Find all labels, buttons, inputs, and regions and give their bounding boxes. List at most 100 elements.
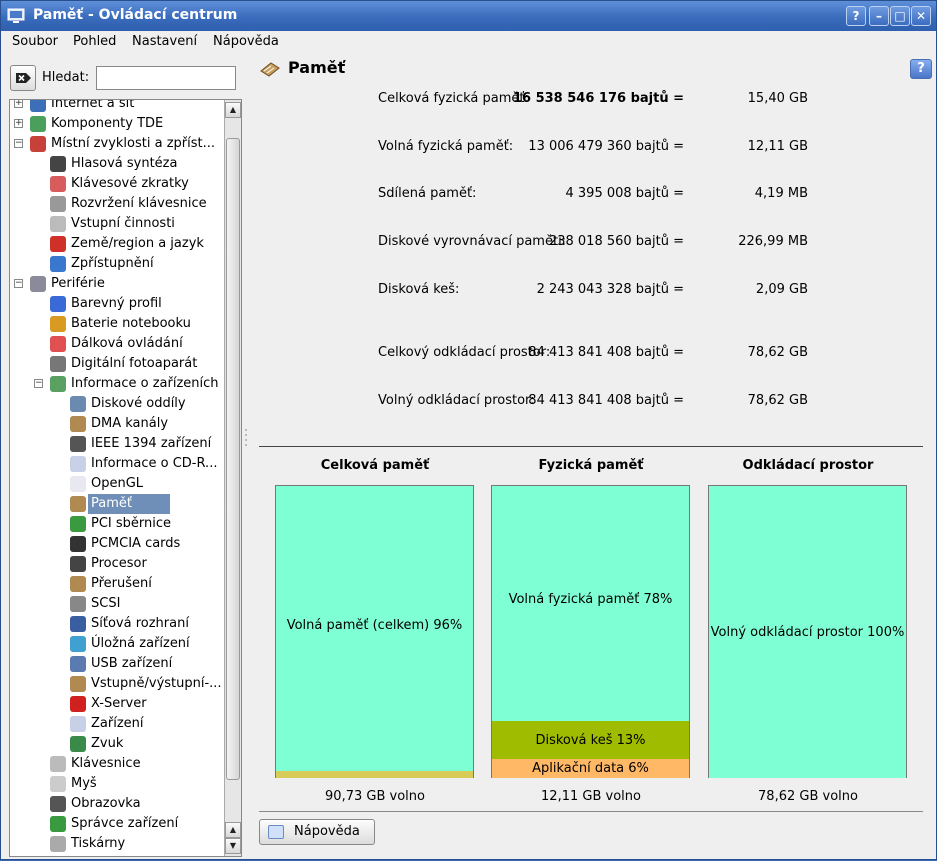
tree-item[interactable]: Digitální fotoaparát: [10, 354, 225, 374]
memory-bytes: 2 243 043 328 bajtů =: [536, 282, 684, 297]
tree-item[interactable]: Klávesnice: [10, 754, 225, 774]
module-icon: [70, 556, 86, 572]
expander-icon[interactable]: −: [14, 279, 23, 288]
clear-search-button[interactable]: [10, 65, 36, 91]
tree-item[interactable]: PCI sběrnice: [10, 514, 225, 534]
memory-label: Volný odkládací prostor:: [378, 393, 535, 408]
tree-item[interactable]: Rozvržení klávesnice: [10, 194, 225, 214]
menu-napoveda[interactable]: Nápověda: [213, 34, 279, 49]
tree-item-label: Klávesnice: [71, 756, 141, 771]
module-icon: [70, 596, 86, 612]
tree-item[interactable]: Paměť: [10, 494, 225, 514]
tree-item[interactable]: Hlasová syntéza: [10, 154, 225, 174]
tree-item[interactable]: Zařízení: [10, 714, 225, 734]
memory-value: 78,62 GB: [747, 393, 808, 408]
module-icon: [30, 100, 46, 112]
tree-item[interactable]: Klávesové zkratky: [10, 174, 225, 194]
minimize-button[interactable]: –: [869, 6, 889, 26]
segment-label: Volná fyzická paměť 78%: [508, 591, 673, 607]
expander-icon[interactable]: −: [14, 139, 23, 148]
tree-item[interactable]: DMA kanály: [10, 414, 225, 434]
tree-item[interactable]: Procesor: [10, 554, 225, 574]
chart-footer: 90,73 GB volno: [325, 789, 425, 804]
tree-item[interactable]: Obrazovka: [10, 794, 225, 814]
tree-scrollbar[interactable]: ▲ ▲ ▼: [224, 100, 241, 856]
tree-item[interactable]: Síťová rozhraní: [10, 614, 225, 634]
tree-item[interactable]: Úložná zařízení: [10, 634, 225, 654]
help-title-button[interactable]: ?: [846, 6, 866, 26]
tree-item[interactable]: − Místní zvyklosti a zpříst...: [10, 134, 225, 154]
scroll-up-button-bottom[interactable]: ▲: [225, 822, 241, 838]
module-icon: [70, 676, 86, 692]
scroll-down-button[interactable]: ▼: [225, 838, 241, 854]
tree-item[interactable]: USB zařízení: [10, 654, 225, 674]
tree-item[interactable]: X-Server: [10, 694, 225, 714]
help-button-label: Nápověda: [294, 824, 360, 839]
module-icon: [70, 476, 86, 492]
module-tree: + Internet a síť + Komponenty TDE − Místní zv…: [9, 99, 242, 857]
tree-item[interactable]: Vstupně/výstupní-...: [10, 674, 225, 694]
segment-label: Aplikační data 6%: [532, 761, 649, 776]
tree-item[interactable]: Myš: [10, 774, 225, 794]
tree-item-label: Informace o CD-R...: [91, 456, 218, 471]
tree-item[interactable]: Vstupní činnosti: [10, 214, 225, 234]
segment-label: Volný odkládací prostor 100%: [710, 624, 905, 640]
tree-item[interactable]: Zvuk: [10, 734, 225, 754]
tree-item[interactable]: OpenGL: [10, 474, 225, 494]
tree-item-label: PCMCIA cards: [91, 536, 181, 551]
maximize-button[interactable]: □: [890, 6, 910, 26]
module-icon: [70, 716, 86, 732]
tree-item[interactable]: Informace o CD-R...: [10, 454, 225, 474]
tree-item[interactable]: IEEE 1394 zařízení: [10, 434, 225, 454]
scroll-up-button[interactable]: ▲: [225, 102, 241, 118]
memory-bytes: 238 018 560 bajtů =: [548, 234, 684, 249]
tree-item[interactable]: + Komponenty TDE: [10, 114, 225, 134]
tree-item-label: Úložná zařízení: [91, 636, 190, 651]
menu-pohled[interactable]: Pohled: [73, 34, 116, 49]
tree-item[interactable]: + Internet a síť: [10, 99, 225, 114]
tree-item-label: Internet a síť: [51, 99, 135, 111]
module-icon: [70, 496, 86, 512]
tree-item-label: Vstupní činnosti: [71, 216, 175, 231]
tree-item-label: X-Server: [91, 696, 147, 711]
tree-item-label: Myš: [71, 776, 97, 791]
chart-title: Celková paměť: [320, 458, 430, 473]
module-icon: [70, 616, 86, 632]
tree-item[interactable]: PCMCIA cards: [10, 534, 225, 554]
tree-item[interactable]: Baterie notebooku: [10, 314, 225, 334]
tree-item-label: Obrazovka: [71, 796, 141, 811]
tree-item[interactable]: − Periférie: [10, 274, 225, 294]
menu-nastaveni[interactable]: Nastavení: [132, 34, 197, 49]
tree-item[interactable]: Správce zařízení: [10, 814, 225, 834]
scroll-thumb[interactable]: [226, 138, 240, 780]
tree-item[interactable]: Barevný profil: [10, 294, 225, 314]
tree-item[interactable]: Zpřístupnění: [10, 254, 225, 274]
tree-item-label: Informace o zařízeních: [71, 376, 219, 391]
tree-item[interactable]: Země/region a jazyk: [10, 234, 225, 254]
help-button[interactable]: Nápověda: [259, 819, 375, 845]
close-button[interactable]: ✕: [911, 6, 931, 26]
tree-item[interactable]: SCSI: [10, 594, 225, 614]
tree-item-label: PCI sběrnice: [91, 516, 172, 531]
memory-bytes: 84 413 841 408 bajtů =: [528, 345, 684, 360]
expander-icon[interactable]: +: [14, 119, 23, 128]
title-bar[interactable]: Paměť - Ovládací centrum ? – □ ✕: [1, 1, 936, 31]
module-icon: [70, 396, 86, 412]
tree-item[interactable]: Tiskárny: [10, 834, 225, 854]
tree-item[interactable]: Diskové oddíly: [10, 394, 225, 414]
panel-splitter[interactable]: [244, 99, 250, 857]
tree-item-label: Tiskárny: [71, 836, 126, 851]
module-icon: [50, 216, 66, 232]
module-icon: [70, 636, 86, 652]
whats-this-button[interactable]: ?: [910, 59, 932, 79]
tree-item[interactable]: Dálková ovládání: [10, 334, 225, 354]
search-input[interactable]: [96, 66, 236, 90]
tree-item[interactable]: Přerušení: [10, 574, 225, 594]
expander-icon[interactable]: −: [34, 379, 43, 388]
tree-item[interactable]: − Informace o zařízeních: [10, 374, 225, 394]
memory-bytes: 13 006 479 360 bajtů =: [528, 139, 684, 154]
tree-item-label: OpenGL: [91, 476, 144, 491]
module-icon: [70, 696, 86, 712]
menu-soubor[interactable]: Soubor: [12, 34, 58, 49]
expander-icon[interactable]: +: [14, 100, 23, 108]
